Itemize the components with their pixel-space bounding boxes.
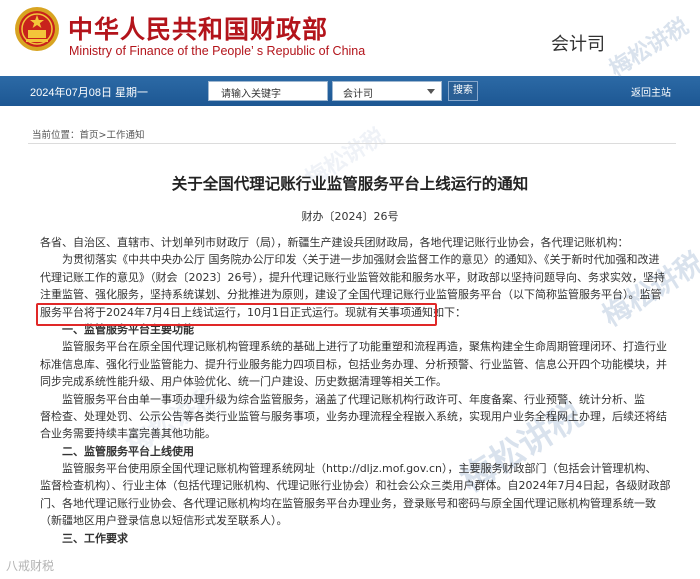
body-line: 监督检查机构）、行业主体（包括代理记账机构、代理记账行业协会）和社会公众三类用户… [40,479,671,493]
highlight-annotation [36,303,437,326]
top-navigation-bar: 2024年07月08日 星期一 请输入关键字 会计司 搜索 返回主站 [0,76,700,106]
body-line: 监管服务平台使用原全国代理记账机构管理系统网址（http://dljz.mof.… [40,462,657,476]
back-to-main-site-link[interactable]: 返回主站 [631,84,671,99]
article-body: 各省、自治区、直辖市、计划单列市财政厅（局），新疆生产建设兵团财政局，各地代理记… [40,234,671,547]
body-line: 标准信息库、强化行业监管能力、提升行业服务能力四项目标，包括业务办理、分析预警、… [40,357,667,371]
body-line: 门、各地代理记账行业协会、各代理记账机构均在监管服务平台办理业务，登录账号和密码… [40,496,656,510]
breadcrumb-separator: > [98,130,107,141]
breadcrumb-current-link[interactable]: 工作通知 [107,130,145,141]
ministry-english-title: Ministry of Finance of the People’ s Rep… [69,44,366,58]
body-line: 合业务需要持续丰富完善其他功能。 [40,427,216,441]
ministry-chinese-title: 中华人民共和国财政部 [68,15,329,44]
breadcrumb-prefix: 当前位置： [32,130,80,141]
search-input[interactable]: 请输入关键字 [208,81,328,101]
document-number: 财办〔2024〕26号 [301,210,399,223]
breadcrumb: 当前位置：首页>工作通知 [32,127,145,141]
scope-select[interactable]: 会计司 [332,81,442,101]
current-date: 2024年07月08日 星期一 [30,87,148,99]
body-line: 注重监管、强化服务，坚持系统谋划、分批推进为原则，建设了全国代理记账行业监管服务… [40,288,662,302]
body-line: 为贯彻落实《中共中央办公厅 国务院办公厅印发〈关于进一步加强财会监督工作的意见〉… [40,253,660,267]
divider [28,143,676,144]
body-line: 代理记账工作的意见》（财会〔2023〕26号），提升代理记账行业监管效能和服务水… [40,270,665,284]
article-title: 关于全国代理记账行业监管服务平台上线运行的通知 [171,175,529,193]
department-name: 会计司 [551,34,605,55]
body-line: 各省、自治区、直辖市、计划单列市财政厅（局），新疆生产建设兵团财政局，各地代理记… [40,236,629,249]
footer-watermark: 八戒财税 [6,559,55,573]
site-header: 中华人民共和国财政部 Ministry of Finance of the Pe… [0,0,700,76]
body-line: 监管服务平台由单一事项办理升级为综合监管服务，涵盖了代理记账机构行政许可、年度备… [40,392,645,406]
scope-select-value: 会计司 [343,89,373,100]
body-line: 督检查、处理处罚、公示公告等各类行业监管与服务事项，业务办理流程全程嵌入系统，实… [40,409,667,423]
body-line: （新疆地区用户登录信息以短信形式发至联系人）。 [40,514,288,528]
body-line: 监管服务平台在原全国代理记账机构管理系统的基础上进行了功能重塑和流程再造，聚焦构… [40,340,667,354]
section-heading: 三、工作要求 [40,531,128,545]
chevron-down-icon [427,89,435,94]
body-line: 同步完成系统性能升级、用户体验优化、统一门户建设、历史数据清理等相关工作。 [40,375,447,389]
section-heading: 二、监管服务平台上线使用 [40,444,194,458]
breadcrumb-home-link[interactable]: 首页 [80,130,99,141]
search-button[interactable]: 搜索 [448,81,478,101]
national-emblem-icon [15,7,59,51]
